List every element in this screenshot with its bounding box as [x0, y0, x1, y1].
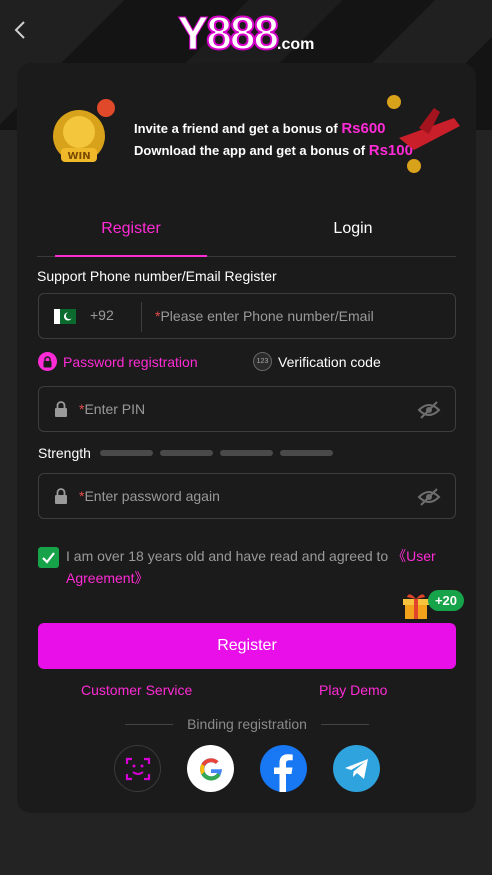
country-code[interactable]: +92 — [90, 307, 114, 323]
lock-icon — [38, 352, 57, 371]
phone-email-field[interactable]: +92 *Please enter Phone number/Email — [38, 293, 456, 339]
divider-line — [125, 723, 174, 725]
promo-banner: WIN Invite a friend and get a bonus of R… — [39, 88, 460, 178]
strength-segment — [220, 450, 273, 456]
register-button[interactable]: Register — [38, 623, 456, 669]
lock-icon — [55, 401, 67, 417]
divider-line — [320, 723, 370, 725]
promo-text: Invite a friend and get a bonus of Rs600… — [134, 118, 413, 162]
agreement-statement: I am over 18 years old and have read and… — [66, 548, 393, 564]
eye-off-icon[interactable] — [417, 400, 441, 420]
telegram-icon — [344, 758, 368, 779]
binding-label: Binding registration — [187, 716, 307, 732]
check-icon — [42, 552, 55, 564]
logo-number: 888 — [205, 6, 280, 60]
face-id-icon — [125, 757, 150, 780]
win-trophy-icon: WIN — [53, 99, 115, 162]
verification-code-label: Verification code — [278, 353, 381, 370]
facebook-login-button[interactable] — [260, 745, 307, 792]
register-card: WIN Invite a friend and get a bonus of R… — [17, 63, 476, 813]
play-demo-link[interactable]: Play Demo — [319, 682, 387, 698]
reward-badge: +20 — [428, 590, 464, 611]
promo-line-2: Download the app and get a bonus of — [134, 143, 366, 158]
gift-icon — [403, 594, 429, 619]
pin-placeholder: *Enter PIN — [79, 401, 146, 417]
strength-segment — [100, 450, 153, 456]
google-icon — [199, 757, 222, 780]
telegram-login-button[interactable] — [333, 745, 380, 792]
strength-label: Strength — [38, 445, 91, 461]
auth-tabs: Register Login — [37, 213, 456, 257]
numbers-icon: 123 — [253, 352, 272, 371]
strength-segment — [160, 450, 213, 456]
agreement-text: I am over 18 years old and have read and… — [66, 545, 461, 589]
logo-domain: .com — [277, 36, 315, 53]
promo-line-1: Invite a friend and get a bonus of — [134, 121, 338, 136]
phone-placeholder: *Please enter Phone number/Email — [155, 308, 374, 324]
google-login-button[interactable] — [187, 745, 234, 792]
brand-logo: Y888.com — [0, 6, 492, 60]
eye-off-icon[interactable] — [417, 487, 441, 507]
divider — [141, 302, 142, 332]
section-label: Support Phone number/Email Register — [37, 268, 277, 284]
agreement-checkbox[interactable] — [38, 547, 59, 568]
lock-icon — [55, 488, 67, 504]
svg-text:WIN: WIN — [67, 151, 90, 162]
confirm-password-field[interactable]: *Enter password again — [38, 473, 456, 519]
password-registration-label: Password registration — [63, 353, 198, 370]
customer-service-link[interactable]: Customer Service — [81, 682, 192, 698]
face-id-button[interactable] — [114, 745, 161, 792]
strength-segment — [280, 450, 333, 456]
logo-letter: Y — [177, 7, 209, 60]
strength-meter — [100, 450, 333, 456]
plane-icon — [387, 95, 460, 173]
facebook-icon — [274, 754, 293, 792]
binding-divider: Binding registration — [125, 716, 370, 732]
confirm-password-placeholder: *Enter password again — [79, 488, 220, 504]
verification-code-option[interactable]: 123 Verification code — [253, 352, 381, 371]
pin-field[interactable]: *Enter PIN — [38, 386, 456, 432]
pakistan-flag-icon[interactable] — [54, 309, 76, 324]
tab-register[interactable]: Register — [55, 213, 207, 257]
tab-login[interactable]: Login — [277, 213, 429, 257]
password-registration-option[interactable]: Password registration — [38, 352, 198, 371]
